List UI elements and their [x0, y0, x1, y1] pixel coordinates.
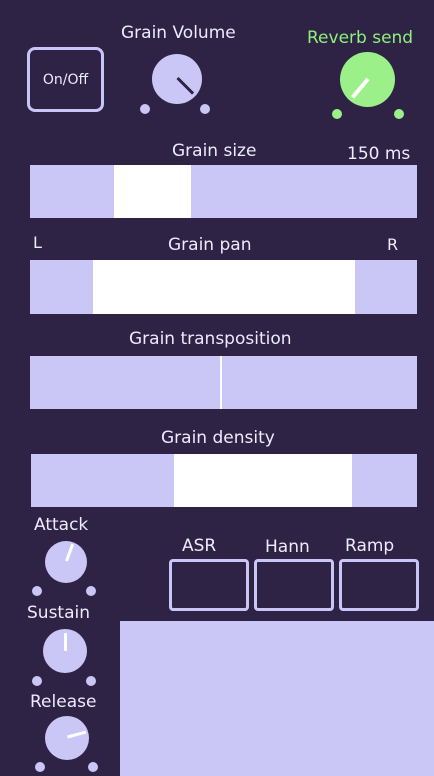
grain-pan-label: Grain pan: [168, 235, 252, 255]
grain-volume-label: Grain Volume: [121, 23, 236, 43]
attack-knob-indicator: [65, 543, 75, 562]
release-knob-indicator: [67, 730, 87, 739]
hann-button[interactable]: [254, 559, 334, 611]
sustain-max-dot: [86, 676, 96, 686]
grain-size-range: [114, 165, 191, 218]
ramp-label: Ramp: [345, 536, 395, 556]
sustain-label: Sustain: [27, 603, 91, 623]
grain-density-range: [174, 454, 352, 507]
attack-min-dot: [32, 586, 42, 596]
sustain-min-dot: [32, 676, 42, 686]
release-min-dot: [35, 762, 45, 772]
reverb-send-label: Reverb send: [307, 28, 414, 48]
attack-knob[interactable]: [30, 537, 100, 603]
asr-label: ASR: [182, 536, 217, 556]
grain-pan-range: [93, 260, 355, 314]
grain-transposition-slider[interactable]: [30, 356, 417, 409]
grain-pan-left-label: L: [33, 233, 42, 252]
sustain-knob[interactable]: [30, 624, 100, 690]
sustain-knob-body: [43, 629, 87, 673]
attack-knob-body: [45, 541, 87, 583]
release-label: Release: [30, 692, 97, 712]
grain-volume-knob[interactable]: [138, 50, 218, 120]
grain-size-slider[interactable]: [30, 165, 417, 218]
reverb-send-min-dot: [332, 109, 342, 119]
envelope-display[interactable]: [120, 621, 434, 776]
ramp-button[interactable]: [339, 559, 419, 611]
grain-transposition-center-line: [220, 356, 222, 409]
asr-button[interactable]: [169, 559, 249, 611]
grain-density-label: Grain density: [161, 428, 275, 448]
sustain-knob-indicator: [64, 633, 67, 651]
grain-volume-knob-body: [152, 54, 202, 104]
grain-volume-max-dot: [200, 104, 210, 114]
grain-size-label: Grain size: [172, 141, 257, 161]
release-knob-body: [45, 716, 89, 760]
release-max-dot: [88, 762, 98, 772]
reverb-send-max-dot: [394, 109, 404, 119]
grain-density-slider[interactable]: [31, 454, 417, 507]
grain-volume-knob-indicator: [176, 76, 195, 95]
grain-transposition-label: Grain transposition: [129, 329, 292, 349]
grain-volume-min-dot: [140, 104, 150, 114]
reverb-send-knob[interactable]: [328, 48, 410, 123]
grain-size-value: 150 ms: [347, 144, 411, 164]
reverb-send-knob-indicator: [351, 77, 370, 99]
release-knob[interactable]: [30, 712, 100, 776]
grain-pan-slider[interactable]: [30, 260, 417, 314]
hann-label: Hann: [265, 537, 310, 557]
attack-label: Attack: [34, 515, 89, 535]
attack-max-dot: [86, 586, 96, 596]
on-off-label: On/Off: [42, 71, 89, 88]
reverb-send-knob-body: [340, 52, 395, 107]
grain-pan-right-label: R: [387, 235, 399, 254]
on-off-button[interactable]: On/Off: [27, 47, 104, 112]
